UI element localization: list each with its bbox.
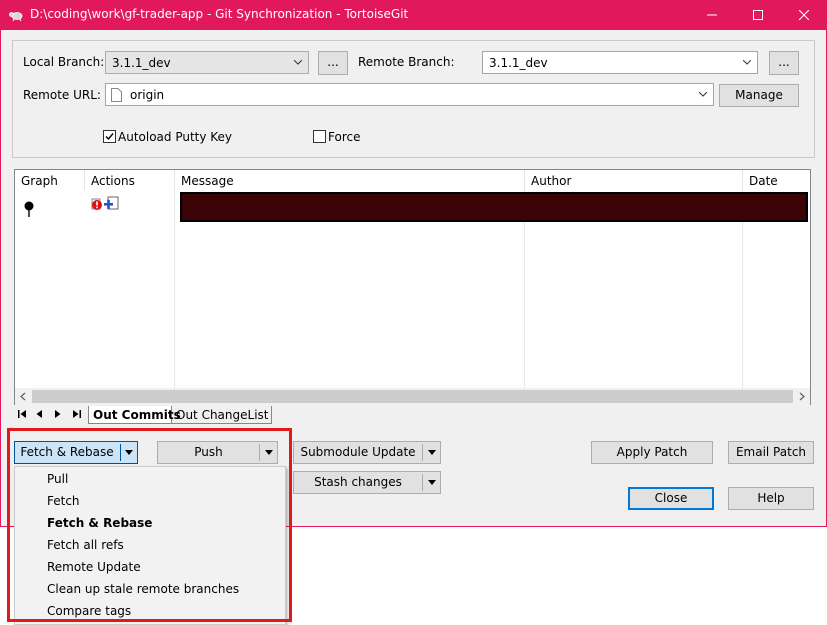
apply-patch-label: Apply Patch xyxy=(616,445,688,459)
dropdown-arrow-icon[interactable] xyxy=(428,450,436,455)
minimize-icon xyxy=(707,14,717,16)
manage-button[interactable]: Manage xyxy=(719,84,799,107)
submodule-update-split-button[interactable]: Submodule Update xyxy=(293,441,441,464)
split-divider xyxy=(422,474,423,491)
file-icon xyxy=(111,88,122,102)
last-tab-icon[interactable] xyxy=(72,410,81,418)
remote-url-label: Remote URL: xyxy=(23,88,101,102)
checkmark-icon xyxy=(105,133,114,141)
horizontal-scrollbar[interactable] xyxy=(15,388,810,405)
column-divider xyxy=(174,190,175,388)
manage-label: Manage xyxy=(735,88,783,102)
column-header-author[interactable]: Author xyxy=(525,170,743,190)
graph-node-icon xyxy=(24,201,34,217)
submodule-update-label: Submodule Update xyxy=(300,445,416,459)
commit-actions-icon xyxy=(91,196,119,210)
remote-branch-value: 3.1.1_dev xyxy=(489,56,548,70)
email-patch-label: Email Patch xyxy=(735,445,807,459)
help-label: Help xyxy=(757,491,785,505)
chevron-down-icon xyxy=(699,92,707,97)
remote-branch-combo[interactable]: 3.1.1_dev xyxy=(482,51,758,74)
browse-label: ... xyxy=(778,55,790,69)
autoload-putty-checkbox[interactable] xyxy=(103,130,116,143)
column-header-message[interactable]: Message xyxy=(175,170,525,190)
browse-label: ... xyxy=(327,55,339,69)
close-window-button[interactable] xyxy=(781,0,827,30)
chevron-down-icon xyxy=(294,60,302,65)
dropdown-arrow-icon[interactable] xyxy=(428,480,436,485)
apply-patch-button[interactable]: Apply Patch xyxy=(591,441,713,464)
stash-changes-label: Stash changes xyxy=(314,475,402,489)
maximize-icon xyxy=(753,10,763,20)
autoload-putty-label: Autoload Putty Key xyxy=(118,130,233,144)
close-button[interactable]: Close xyxy=(628,487,714,510)
local-branch-browse-button[interactable]: ... xyxy=(318,51,348,75)
tab-strip: Out Commits Out ChangeList xyxy=(14,406,314,426)
force-label: Force xyxy=(328,130,361,144)
help-button[interactable]: Help xyxy=(728,487,814,510)
next-tab-icon[interactable] xyxy=(54,410,61,418)
remote-branch-browse-button[interactable]: ... xyxy=(769,51,799,75)
remote-url-value: origin xyxy=(130,88,165,102)
column-header-graph[interactable]: Graph xyxy=(15,170,85,190)
email-patch-button[interactable]: Email Patch xyxy=(728,441,814,464)
chevron-down-icon xyxy=(743,60,751,65)
first-tab-icon[interactable] xyxy=(18,410,27,418)
local-branch-combo[interactable]: 3.1.1_dev xyxy=(105,51,309,74)
close-icon xyxy=(798,9,810,21)
out-commits-list[interactable]: Graph Actions Message Author Date xyxy=(14,169,811,405)
close-label: Close xyxy=(654,491,688,505)
stash-changes-split-button[interactable]: Stash changes xyxy=(293,471,441,494)
previous-tab-icon[interactable] xyxy=(36,410,43,418)
column-header-actions[interactable]: Actions xyxy=(85,170,175,190)
force-checkbox[interactable] xyxy=(313,130,326,143)
scroll-left-icon[interactable] xyxy=(19,392,27,401)
remote-url-combo[interactable]: origin xyxy=(105,83,714,106)
scroll-right-icon[interactable] xyxy=(798,392,806,401)
split-divider xyxy=(422,444,423,461)
local-branch-label: Local Branch: xyxy=(23,55,105,69)
tortoise-icon xyxy=(9,12,23,22)
scrollbar-thumb[interactable] xyxy=(32,390,793,403)
redacted-commit-row[interactable] xyxy=(180,192,808,222)
maximize-button[interactable] xyxy=(735,0,781,30)
minimize-button[interactable] xyxy=(689,0,735,30)
title-bar[interactable]: D:\coding\work\gf-trader-app - Git Synch… xyxy=(0,0,827,30)
annotation-highlight-box xyxy=(7,428,292,622)
tab-out-changelist[interactable]: Out ChangeList xyxy=(172,406,272,424)
tab-out-commits[interactable]: Out Commits xyxy=(88,406,181,424)
column-header-date[interactable]: Date xyxy=(743,170,810,190)
remote-branch-label: Remote Branch: xyxy=(358,55,455,69)
window-title: D:\coding\work\gf-trader-app - Git Synch… xyxy=(30,7,409,21)
local-branch-value: 3.1.1_dev xyxy=(112,56,171,70)
